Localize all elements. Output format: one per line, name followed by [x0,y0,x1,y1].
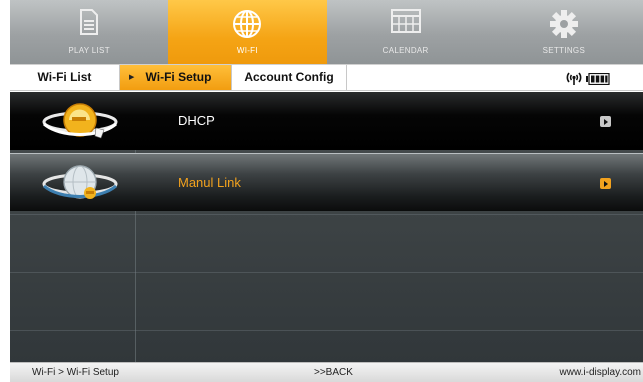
calendar-icon [390,9,421,35]
tab-label: Account Config [244,70,334,84]
nav-calendar[interactable]: CALENDAR [327,0,485,64]
nav-label: CALENDAR [382,46,429,55]
list-item-label: DHCP [178,113,215,128]
nav-label: PLAY LIST [68,46,110,55]
nav-label: WI-FI [236,46,258,55]
tab-wifi-list[interactable]: Wi-Fi List [10,65,120,90]
play-arrow-icon [600,178,611,189]
footer-bar: Wi-Fi > Wi-Fi Setup >>BACK www.i-display… [10,362,643,382]
internet-explorer-icon [40,98,120,149]
tab-label: Wi-Fi List [37,70,92,84]
status-area [347,65,643,90]
nav-label: SETTINGS [542,46,586,55]
list-item-manual-link[interactable]: Manul Link [10,153,643,211]
content-list: DHCP Manul Link [10,92,643,362]
document-icon [79,9,99,37]
gear-icon [549,9,579,41]
battery-icon [586,72,610,90]
nav-play-list[interactable]: PLAY LIST [10,0,168,64]
list-item-dhcp[interactable]: DHCP [10,92,643,150]
sub-tab-bar: Wi-Fi List ▶ Wi-Fi Setup Account Config [10,64,643,91]
wifi-signal-icon [566,70,582,91]
back-button[interactable]: >>BACK [314,363,353,382]
list-item-empty [10,214,643,272]
nav-wifi[interactable]: WI-FI [168,0,327,64]
app-frame: PLAY LIST WI-FI CALENDAR SETTINGS Wi-Fi … [0,0,643,382]
breadcrumb: Wi-Fi > Wi-Fi Setup [32,367,119,378]
tab-wifi-setup[interactable]: ▶ Wi-Fi Setup [120,65,232,90]
top-nav: PLAY LIST WI-FI CALENDAR SETTINGS [10,0,643,64]
list-item-empty [10,272,643,330]
nav-settings[interactable]: SETTINGS [485,0,643,64]
globe-icon [232,9,262,41]
caret-right-icon: ▶ [129,74,135,81]
tab-account-config[interactable]: Account Config [232,65,347,90]
play-arrow-icon [600,116,611,127]
list-item-empty [10,330,643,362]
website-url: www.i-display.com [559,367,642,378]
tab-label: Wi-Fi Setup [145,70,212,84]
list-item-label: Manul Link [178,175,241,190]
globe-link-icon [40,160,120,211]
